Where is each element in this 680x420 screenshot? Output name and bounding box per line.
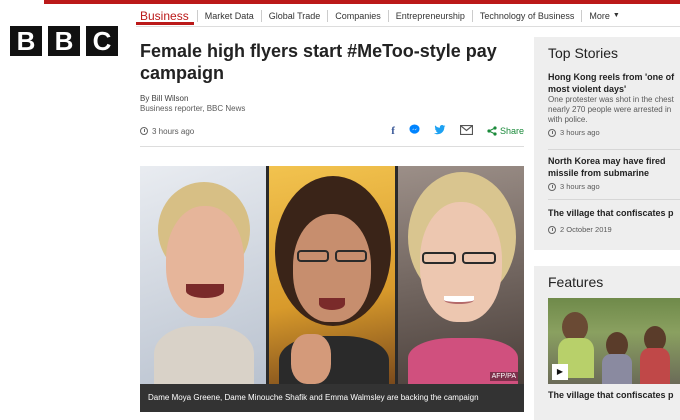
top-story-summary-line: One protester was shot in the chest <box>548 95 674 104</box>
top-accent-bar <box>44 0 680 4</box>
top-story-summary-line: nearly 270 people were arrested in <box>548 105 672 114</box>
story-divider <box>548 199 680 200</box>
messenger-icon[interactable] <box>409 124 420 138</box>
top-stories-panel: Top Stories Hong Kong reels from 'one of… <box>534 37 680 250</box>
top-story-title-line: The village that confiscates p <box>548 208 674 218</box>
top-story-title-line: Hong Kong reels from 'one of <box>548 72 675 82</box>
article-headline: Female high flyers start #MeToo-style pa… <box>140 41 497 83</box>
publish-time-text: 3 hours ago <box>152 126 195 136</box>
top-story-title-line: most violent days' <box>548 84 627 94</box>
chevron-down-icon: ▼ <box>612 11 620 19</box>
top-story-time-text: 3 hours ago <box>560 128 600 137</box>
photo-panel-emma-walmsley <box>398 166 524 384</box>
clock-icon <box>548 182 556 191</box>
logo-letter-b1: B <box>10 26 42 56</box>
top-story-title-line: North Korea may have fired <box>548 156 666 166</box>
top-story-summary-line: with police. <box>548 115 588 124</box>
article-photo[interactable]: AFP/PA <box>140 166 524 384</box>
top-stories-title: Top Stories <box>548 45 619 61</box>
features-image[interactable]: ▶ <box>548 298 680 384</box>
facebook-icon[interactable]: f <box>391 125 395 137</box>
nav-more-button[interactable]: More ▼ <box>581 9 626 22</box>
top-story-time: 3 hours ago <box>548 182 680 191</box>
bbc-logo[interactable]: B B C <box>10 26 118 56</box>
image-caption: Dame Moya Greene, Dame Minouche Shafik a… <box>140 384 524 412</box>
byline: By Bill Wilson Business reporter, BBC Ne… <box>140 94 245 114</box>
nav-active-indicator <box>136 22 194 25</box>
features-title: Features <box>548 274 604 290</box>
author-name: By Bill Wilson <box>140 94 189 103</box>
twitter-icon[interactable] <box>433 124 446 138</box>
nav-item-global-trade[interactable]: Global Trade <box>260 9 328 22</box>
share-icon <box>487 126 497 136</box>
nav-item-companies[interactable]: Companies <box>327 9 388 22</box>
nav-item-entrepreneurship[interactable]: Entrepreneurship <box>387 9 472 22</box>
meta-divider <box>140 146 524 147</box>
clock-icon <box>548 128 556 137</box>
share-button[interactable]: Share <box>487 126 524 136</box>
features-panel: Features ▶ The village that confiscates … <box>534 266 680 420</box>
top-story-time-text: 2 October 2019 <box>560 225 612 234</box>
email-icon[interactable] <box>459 124 474 138</box>
logo-letter-b2: B <box>48 26 80 56</box>
top-story-time: 2 October 2019 <box>548 225 680 234</box>
author-role: Business reporter, BBC News <box>140 104 246 113</box>
nav-item-technology-of-business[interactable]: Technology of Business <box>471 9 582 22</box>
play-icon[interactable]: ▶ <box>552 364 568 380</box>
top-story-item[interactable]: The village that confiscates p 2 October… <box>548 207 680 234</box>
feature-title[interactable]: The village that confiscates p <box>548 390 680 400</box>
photo-panel-moya-greene <box>140 166 266 384</box>
clock-icon <box>548 225 556 234</box>
article-meta: 3 hours ago f Share <box>140 124 524 138</box>
nav-more-label: More <box>589 10 610 21</box>
top-story-item[interactable]: Hong Kong reels from 'one of most violen… <box>548 71 680 137</box>
section-nav: Business Market Data Global Trade Compan… <box>136 5 680 27</box>
image-credit: AFP/PA <box>489 372 518 381</box>
clock-icon <box>140 127 148 135</box>
share-label: Share <box>499 126 524 136</box>
nav-item-business[interactable]: Business <box>136 10 197 22</box>
share-tools: f Share <box>391 124 524 138</box>
photo-panel-minouche-shafik <box>269 166 395 384</box>
publish-time: 3 hours ago <box>140 127 194 136</box>
top-story-item[interactable]: North Korea may have fired missile from … <box>548 155 680 191</box>
logo-letter-c: C <box>86 26 118 56</box>
top-story-title-line: missile from submarine <box>548 168 650 178</box>
top-story-time: 3 hours ago <box>548 128 680 137</box>
nav-item-market-data[interactable]: Market Data <box>196 9 261 22</box>
story-divider <box>548 149 680 150</box>
top-story-time-text: 3 hours ago <box>560 182 600 191</box>
